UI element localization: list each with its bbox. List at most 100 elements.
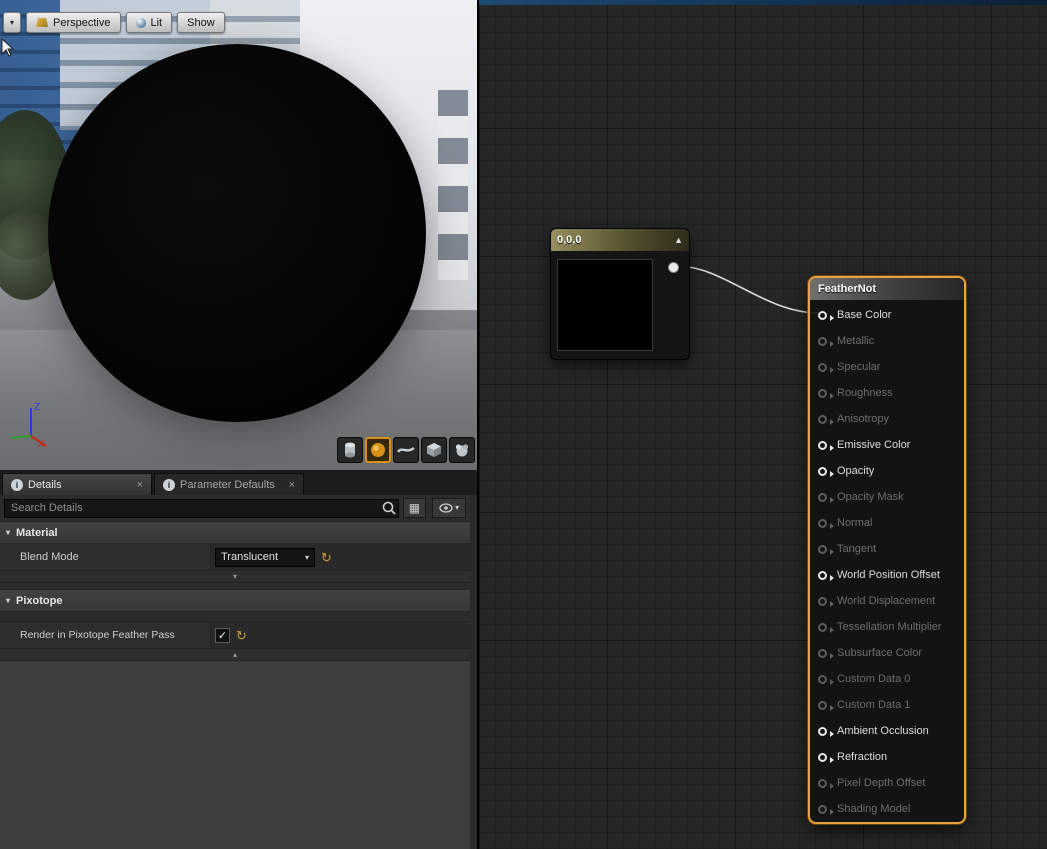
pin-circle-icon[interactable] [818,779,827,788]
constant-color-node[interactable]: 0,0,0 ▲ [550,228,690,360]
material-input-pin[interactable]: Pixel Depth Offset [810,770,964,796]
feather-pass-checkbox[interactable]: ✓ [215,628,230,643]
chevron-down-icon: ▾ [233,572,237,581]
pin-circle-icon[interactable] [818,753,827,762]
custom-mesh-icon [454,442,470,458]
pin-circle-icon[interactable] [818,571,827,580]
blend-mode-row: Blend Mode Translucent ▾ ↺ [0,544,470,571]
pin-circle-icon[interactable] [818,727,827,736]
material-input-pin[interactable]: Shading Model [810,796,964,822]
axis-x-label: X [38,439,45,448]
pin-circle-icon[interactable] [818,363,827,372]
pin-circle-icon[interactable] [818,649,827,658]
axis-z-label: Z [34,402,40,413]
preview-shape-plane-button[interactable] [393,437,419,463]
constant-node-title: 0,0,0 [557,234,674,246]
property-matrix-button[interactable]: ▦ [403,498,427,518]
material-input-pin[interactable]: Tangent [810,536,964,562]
section-header-material[interactable]: ▾ Material [0,522,470,544]
pin-circle-icon[interactable] [818,467,827,476]
search-input[interactable] [4,499,399,518]
pin-circle-icon[interactable] [818,415,827,424]
material-input-pin[interactable]: Subsurface Color [810,640,964,666]
pin-circle-icon[interactable] [818,441,827,450]
preview-shape-sphere-button[interactable] [365,437,391,463]
material-node-header[interactable]: FeatherNot [810,278,964,300]
pin-circle-icon[interactable] [818,545,827,554]
reset-to-default-icon[interactable]: ↺ [321,551,332,564]
preview-shape-custom-mesh-button[interactable] [449,437,475,463]
material-input-pin[interactable]: Opacity [810,458,964,484]
constant-node-header[interactable]: 0,0,0 ▲ [551,229,689,251]
material-input-pin[interactable]: Roughness [810,380,964,406]
info-icon: i [11,479,23,491]
pixotope-section-expander[interactable]: ▴ [0,649,470,661]
material-input-pin[interactable]: Normal [810,510,964,536]
details-scrollbar[interactable] [470,495,477,849]
material-node-title: FeatherNot [818,283,956,295]
material-input-pin[interactable]: Refraction [810,744,964,770]
feather-pass-label: Render in Pixotope Feather Pass [0,622,210,648]
search-icon [381,500,397,516]
preview-viewport[interactable]: ▾ Perspective Lit Show [0,0,477,470]
pin-circle-icon[interactable] [818,675,827,684]
details-search-row: ▦ ▾ [0,495,470,522]
pin-circle-icon[interactable] [818,389,827,398]
chevron-down-icon: ▾ [6,528,10,537]
material-input-pin[interactable]: Base Color [810,302,964,328]
tab-parameter-defaults[interactable]: i Parameter Defaults × [154,473,304,495]
details-panel: i Details × i Parameter Defaults × ▦ [0,470,477,849]
close-icon[interactable]: × [289,479,295,491]
material-editor-window: ▾ Perspective Lit Show [0,0,1047,849]
pin-circle-icon[interactable] [818,519,827,528]
blend-mode-dropdown[interactable]: Translucent ▾ [215,548,315,567]
material-input-pin[interactable]: Ambient Occlusion [810,718,964,744]
plane-wave-icon [397,444,415,456]
show-flags-button[interactable]: Show [177,12,225,33]
lit-sphere-icon [136,18,146,28]
pin-circle-icon[interactable] [818,623,827,632]
pin-circle-icon[interactable] [818,493,827,502]
check-icon: ✓ [218,629,227,642]
material-input-pin[interactable]: World Position Offset [810,562,964,588]
color-swatch[interactable] [557,259,653,351]
preview-shape-cylinder-button[interactable] [337,437,363,463]
pin-circle-icon[interactable] [818,311,827,320]
material-graph-canvas[interactable]: 0,0,0 ▲ FeatherNot Base Color Metallic S… [477,0,1047,849]
material-node-pins: Base Color Metallic Specular Roughness A… [810,302,964,822]
background-photo-windows [438,90,468,280]
material-input-pin[interactable]: Emissive Color [810,432,964,458]
material-result-node[interactable]: FeatherNot Base Color Metallic Specular … [808,276,966,824]
material-input-pin[interactable]: Custom Data 0 [810,666,964,692]
material-input-pin[interactable]: Metallic [810,328,964,354]
perspective-button[interactable]: Perspective [26,12,120,33]
pin-circle-icon[interactable] [818,701,827,710]
pin-circle-icon[interactable] [818,597,827,606]
material-input-pin[interactable]: Tessellation Multiplier [810,614,964,640]
graph-top-strip [479,0,1047,5]
lit-mode-button[interactable]: Lit [126,12,173,33]
view-options-button[interactable]: ▾ [432,498,466,518]
material-preview-sphere [48,44,426,422]
preview-shape-cube-button[interactable] [421,437,447,463]
chevron-down-icon: ▾ [305,553,309,562]
material-section-expander[interactable]: ▾ [0,571,470,583]
perspective-icon [36,18,48,27]
output-pin[interactable] [668,262,679,273]
material-input-pin[interactable]: Opacity Mask [810,484,964,510]
section-gap [0,612,470,622]
material-input-pin[interactable]: Custom Data 1 [810,692,964,718]
close-icon[interactable]: × [137,479,143,491]
material-input-pin[interactable]: World Displacement [810,588,964,614]
collapse-icon[interactable]: ▲ [674,235,683,245]
pin-circle-icon[interactable] [818,337,827,346]
pin-circle-icon[interactable] [818,805,827,814]
material-input-pin[interactable]: Specular [810,354,964,380]
chevron-down-icon: ▾ [6,596,10,605]
tab-details[interactable]: i Details × [2,473,152,495]
details-tab-bar: i Details × i Parameter Defaults × [0,470,477,495]
material-input-pin[interactable]: Anisotropy [810,406,964,432]
reset-to-default-icon[interactable]: ↺ [236,629,247,642]
viewport-options-dropdown-button[interactable]: ▾ [3,12,21,33]
section-header-pixotope[interactable]: ▾ Pixotope [0,590,470,612]
